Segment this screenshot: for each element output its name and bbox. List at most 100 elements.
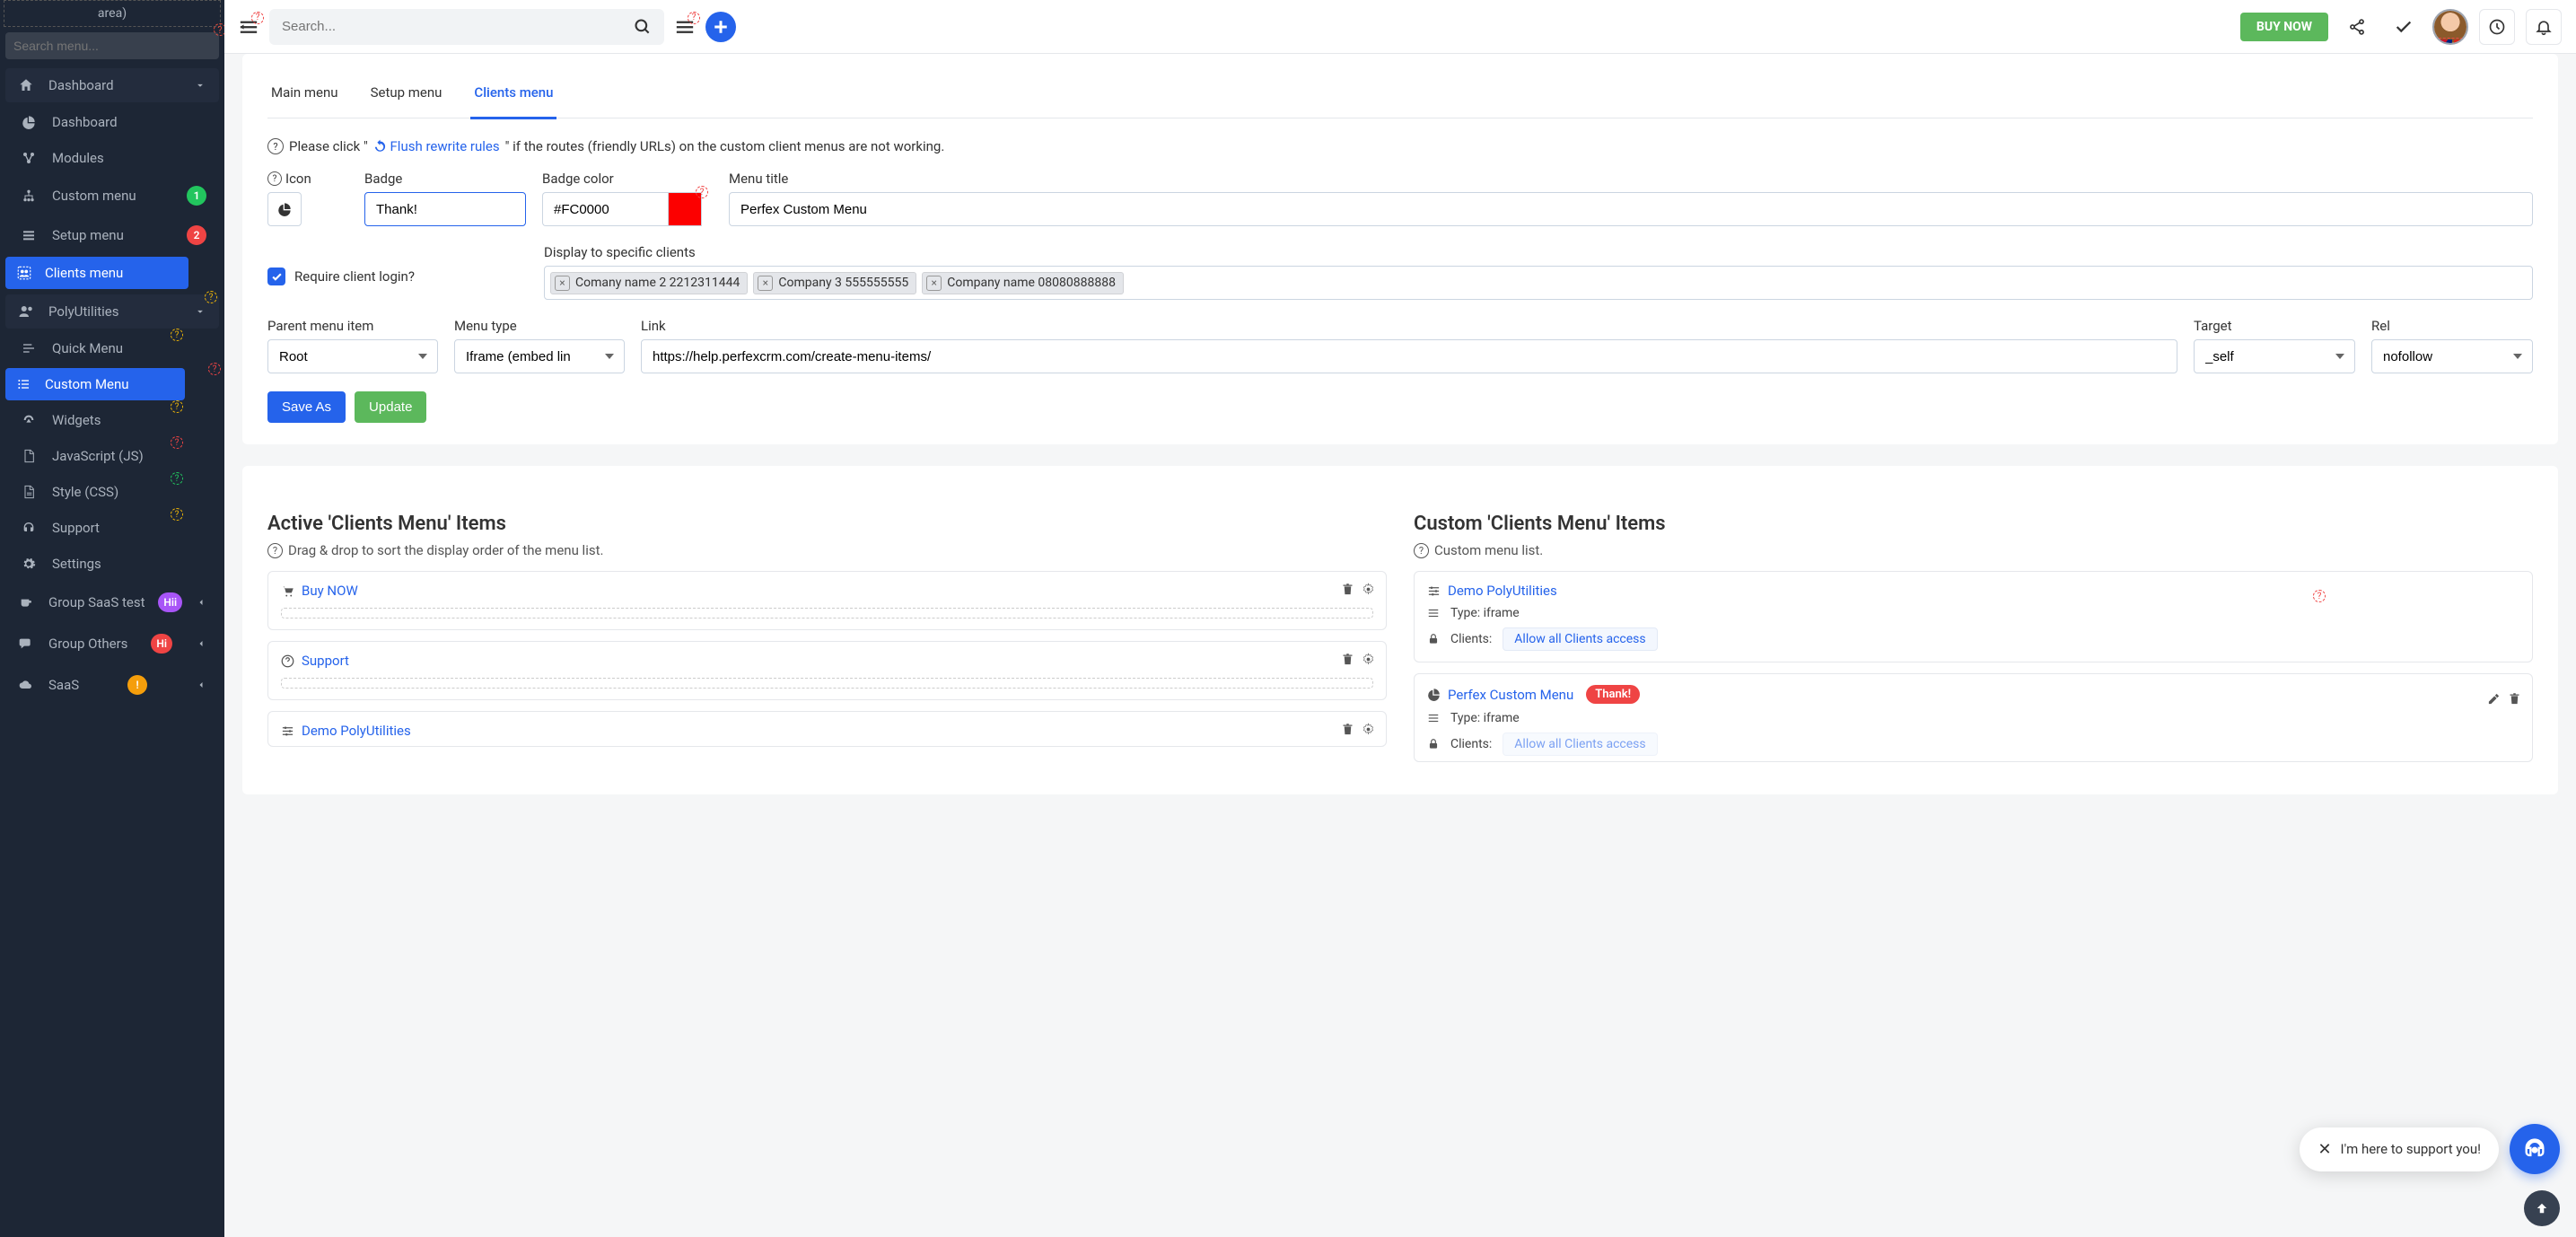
parent-select[interactable] xyxy=(267,339,438,373)
delete-icon[interactable] xyxy=(1341,723,1354,736)
search-input[interactable] xyxy=(282,19,634,34)
support-button[interactable] xyxy=(2510,1124,2560,1174)
help-icon[interactable]: ? xyxy=(171,329,183,341)
delete-icon[interactable] xyxy=(1341,653,1354,666)
drop-zone[interactable] xyxy=(281,608,1373,618)
color-swatch[interactable]: ? xyxy=(668,192,702,226)
remove-tag-icon[interactable]: × xyxy=(926,276,942,291)
help-icon[interactable]: ? xyxy=(688,12,700,24)
sidebar-item-quick-menu[interactable]: Quick Menu ? xyxy=(5,332,219,364)
menu-item-link[interactable]: Support xyxy=(302,653,349,669)
share-icon[interactable] xyxy=(2339,9,2375,45)
rel-select[interactable] xyxy=(2371,339,2533,373)
require-login-checkbox[interactable] xyxy=(267,268,285,285)
sidebar-group-dashboard[interactable]: Dashboard xyxy=(5,68,219,102)
type-select[interactable] xyxy=(454,339,625,373)
flush-link[interactable]: Flush rewrite rules xyxy=(373,138,500,154)
sidebar-item-modules[interactable]: Modules xyxy=(5,142,219,174)
menu-item[interactable]: Support xyxy=(267,641,1387,700)
gear-icon[interactable] xyxy=(1362,653,1375,666)
close-icon[interactable]: ✕ xyxy=(2318,1140,2331,1159)
question-icon[interactable]: ? xyxy=(267,138,284,154)
allow-button[interactable]: Allow all Clients access xyxy=(1503,733,1657,756)
chevron-left-icon xyxy=(196,638,206,649)
allow-button[interactable]: Allow all Clients access xyxy=(1503,627,1657,651)
question-icon[interactable]: ? xyxy=(267,543,283,558)
check-icon[interactable] xyxy=(2386,9,2422,45)
sidebar-toggle[interactable]: ? xyxy=(239,17,258,37)
sidebar-item-dashboard[interactable]: Dashboard xyxy=(5,106,219,138)
icon-picker[interactable] xyxy=(267,192,302,226)
help-icon[interactable]: ? xyxy=(205,291,217,303)
remove-tag-icon[interactable]: × xyxy=(555,276,570,291)
sliders-icon xyxy=(281,724,294,738)
save-as-button[interactable]: Save As xyxy=(267,391,346,423)
menu-item-link[interactable]: Buy NOW xyxy=(302,583,358,599)
client-tag: ×Comany name 2 2212311444 xyxy=(550,272,748,294)
sidebar-item-js[interactable]: JavaScript (JS) ? xyxy=(5,440,219,472)
question-icon[interactable]: ? xyxy=(267,171,282,186)
help-icon[interactable]: ? xyxy=(171,508,183,521)
help-icon[interactable]: ? xyxy=(251,12,264,24)
thank-badge: Thank! xyxy=(1586,685,1640,704)
search-icon[interactable] xyxy=(634,18,652,36)
sidebar-group-saas-test[interactable]: Group SaaS test Hii xyxy=(5,583,219,621)
bell-icon[interactable] xyxy=(2526,9,2562,45)
section-title: Active 'Clients Menu' Items xyxy=(267,513,1387,535)
sidebar-item-widgets[interactable]: Widgets ? xyxy=(5,404,219,436)
delete-icon[interactable] xyxy=(2508,692,2521,706)
menu-item[interactable]: Buy NOW xyxy=(267,571,1387,630)
delete-icon[interactable] xyxy=(1341,583,1354,596)
help-icon[interactable]: ? xyxy=(171,400,183,413)
sidebar-item-clients-menu[interactable]: Clients menu xyxy=(5,257,188,289)
help-icon[interactable]: ? xyxy=(2467,33,2468,45)
update-button[interactable]: Update xyxy=(355,391,426,423)
buy-now-button[interactable]: BUY NOW xyxy=(2240,13,2328,41)
tab-clients-menu[interactable]: Clients menu xyxy=(470,75,556,119)
menu-item[interactable]: Demo PolyUtilities xyxy=(267,711,1387,747)
sidebar-search-input[interactable] xyxy=(5,32,219,59)
tab-setup-menu[interactable]: Setup menu xyxy=(367,75,446,118)
clients-tags-input[interactable]: ×Comany name 2 2212311444 ×Company 3 555… xyxy=(544,266,2533,300)
custom-item-link[interactable]: Demo PolyUtilities xyxy=(1448,583,1557,599)
badge-color-input[interactable] xyxy=(542,192,668,226)
help-icon[interactable]: ? xyxy=(208,363,221,375)
sidebar-item-custom-menu-2[interactable]: Custom Menu ? xyxy=(5,368,185,400)
sidebar-item-support[interactable]: Support ? xyxy=(5,512,219,544)
gear-icon[interactable] xyxy=(1362,583,1375,596)
menu-toggle[interactable]: ? xyxy=(675,17,695,37)
drop-zone[interactable] xyxy=(281,678,1373,689)
global-search[interactable] xyxy=(269,9,664,45)
clock-icon[interactable] xyxy=(2479,9,2515,45)
target-select[interactable] xyxy=(2194,339,2355,373)
menu-title-input[interactable] xyxy=(729,192,2533,226)
sidebar-item-custom-menu[interactable]: Custom menu 1 xyxy=(5,178,219,214)
help-icon[interactable]: ? xyxy=(171,472,183,485)
help-icon[interactable]: ? xyxy=(2313,590,2326,602)
add-button[interactable] xyxy=(705,12,736,42)
custom-item-link[interactable]: Perfex Custom Menu xyxy=(1448,687,1573,703)
help-icon[interactable]: ? xyxy=(171,436,183,449)
chevron-down-icon xyxy=(194,305,206,318)
language-flags[interactable]: ★ ? xyxy=(2434,38,2468,45)
sidebar-item-setup-menu[interactable]: Setup menu 2 xyxy=(5,217,219,253)
gear-icon[interactable] xyxy=(1362,723,1375,736)
float-support: ✕ I'm here to support you! xyxy=(2300,1124,2560,1174)
tab-main-menu[interactable]: Main menu xyxy=(267,75,342,118)
menu-item-link[interactable]: Demo PolyUtilities xyxy=(302,723,411,739)
edit-icon[interactable] xyxy=(2487,692,2501,706)
badge-input[interactable] xyxy=(364,192,526,226)
link-input[interactable] xyxy=(641,339,2177,373)
sidebar-item-settings[interactable]: Settings xyxy=(5,548,219,580)
sidebar-group-polyutilities[interactable]: PolyUtilities ? xyxy=(5,294,219,329)
list-icon xyxy=(16,377,36,391)
sidebar-group-others[interactable]: Group Others Hi xyxy=(5,625,219,662)
question-icon[interactable]: ? xyxy=(1414,543,1429,558)
avatar[interactable]: ★ ? xyxy=(2432,9,2468,45)
help-icon[interactable]: ? xyxy=(696,186,708,198)
sidebar-group-saas[interactable]: SaaS ! xyxy=(5,666,219,704)
remove-tag-icon[interactable]: × xyxy=(758,276,773,291)
scroll-top-button[interactable] xyxy=(2524,1190,2560,1226)
help-icon[interactable]: ? xyxy=(214,23,224,36)
sidebar-item-css[interactable]: Style (CSS) ? xyxy=(5,476,219,508)
